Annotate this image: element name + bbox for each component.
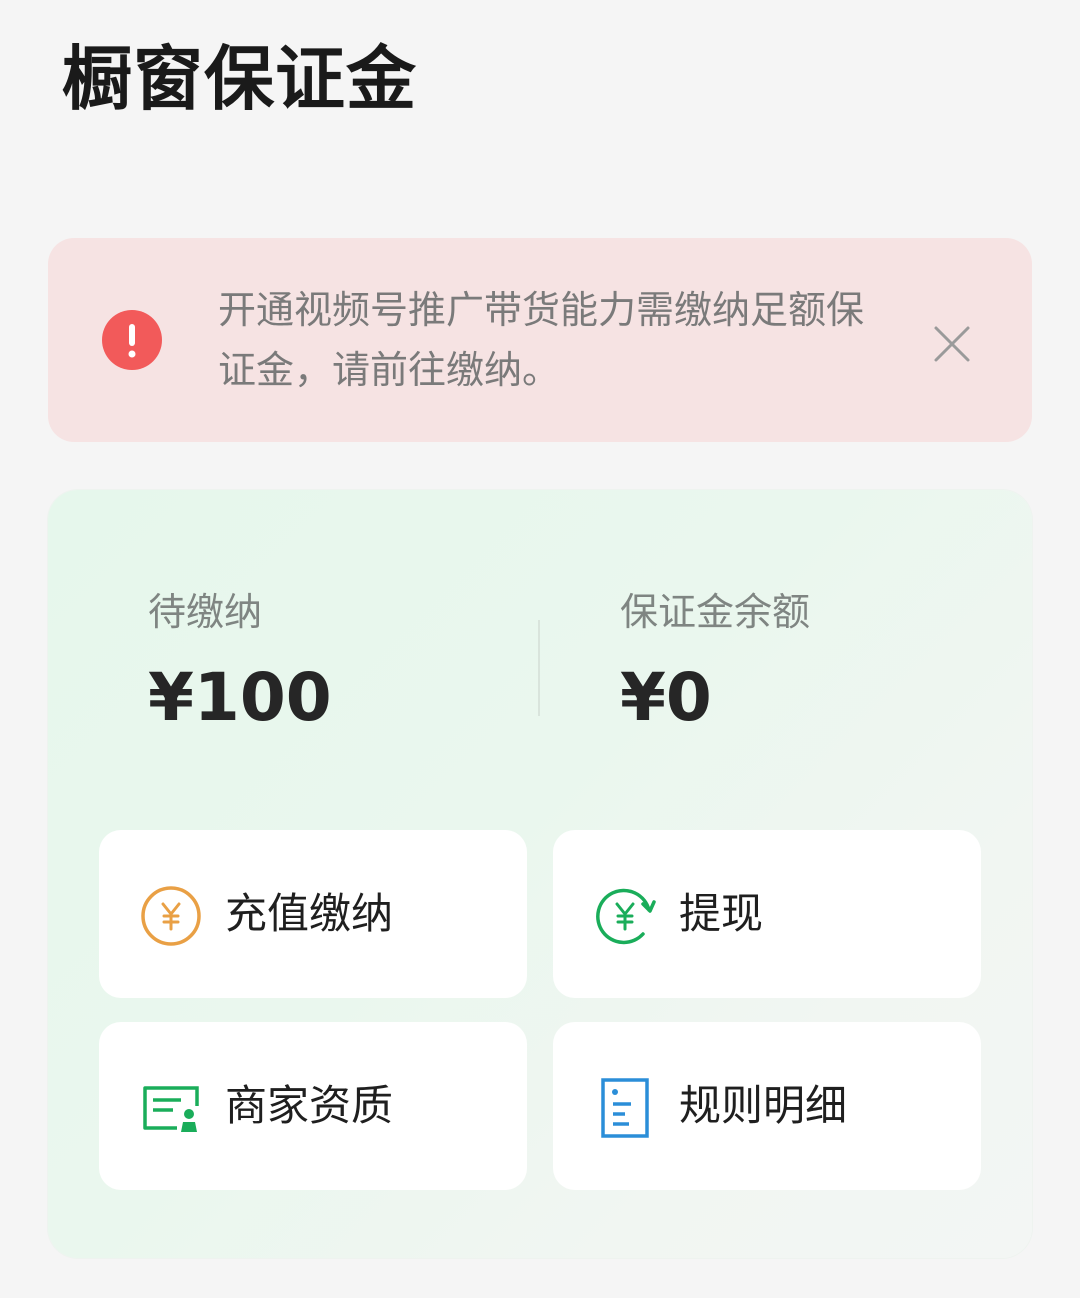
document-icon xyxy=(601,1078,649,1138)
exclamation-icon xyxy=(102,310,162,370)
pending-payment-label: 待缴纳 xyxy=(148,590,263,634)
withdraw-label: 提现 xyxy=(679,889,764,938)
pending-payment-value: ¥100 xyxy=(148,659,332,736)
alert-message: 开通视频号推广带货能力需缴纳足额保证金，请前往缴纳。 xyxy=(218,288,865,392)
deposit-balance-label: 保证金余额 xyxy=(620,590,811,634)
yuan-refresh-icon xyxy=(596,888,656,945)
certificate-icon xyxy=(143,1086,199,1132)
close-icon[interactable] xyxy=(932,324,972,364)
page-title: 橱窗保证金 xyxy=(62,38,417,120)
rules-details-button[interactable]: 规则明细 xyxy=(553,1022,981,1190)
merchant-qualification-label: 商家资质 xyxy=(225,1081,394,1130)
stat-divider xyxy=(538,620,540,716)
pending-payment-stat: 待缴纳 ¥100 xyxy=(148,586,332,738)
deposit-balance-stat: 保证金余额 ¥0 xyxy=(620,586,810,738)
withdraw-button[interactable]: 提现 xyxy=(553,830,981,998)
rules-details-label: 规则明细 xyxy=(679,1081,848,1130)
merchant-qualification-button[interactable]: 商家资质 xyxy=(99,1022,527,1190)
yuan-circle-icon xyxy=(141,886,201,946)
deposit-alert-banner: 开通视频号推广带货能力需缴纳足额保证金，请前往缴纳。 xyxy=(48,238,1032,442)
recharge-pay-label: 充值缴纳 xyxy=(225,889,394,938)
deposit-summary-card: 待缴纳 ¥100 保证金余额 ¥0 充值缴纳 提现 商家资质 规则明细 xyxy=(48,490,1032,1258)
recharge-pay-button[interactable]: 充值缴纳 xyxy=(99,830,527,998)
deposit-balance-value: ¥0 xyxy=(620,659,712,736)
